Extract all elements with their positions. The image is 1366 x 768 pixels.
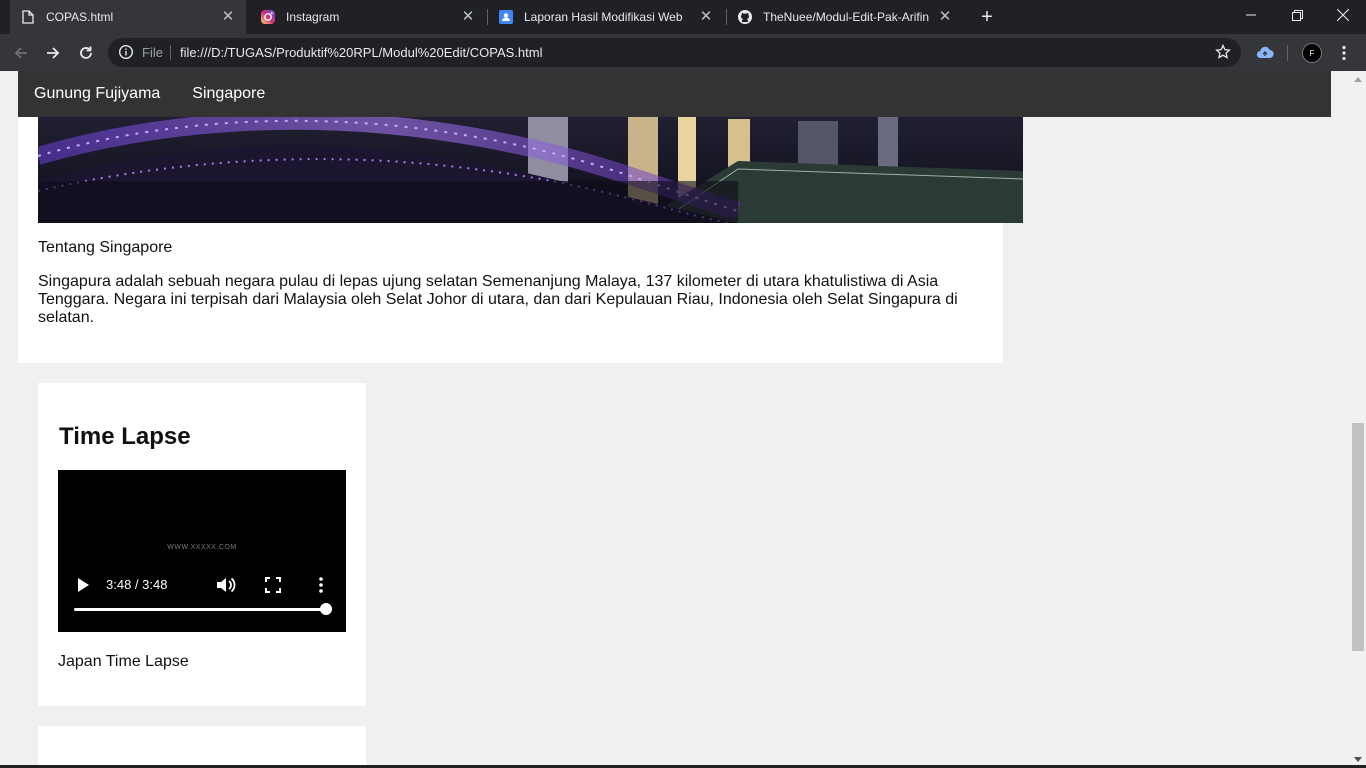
kebab-menu-icon [1342,45,1346,61]
site-navbar: Gunung Fujiyama Singapore [18,71,1331,117]
scheme-label: File [142,45,163,60]
menu-button[interactable] [1333,42,1355,64]
video-scrubber[interactable] [320,603,332,615]
address-divider [170,45,171,60]
play-button[interactable] [72,574,94,596]
back-button[interactable] [10,42,32,64]
restore-button[interactable] [1274,0,1320,30]
github-icon [737,9,753,25]
forward-arrow-icon [47,47,60,59]
tab-instagram[interactable]: Instagram ✕ [250,0,486,34]
fullscreen-button[interactable] [262,574,284,596]
restore-icon [1291,9,1303,21]
about-title: Tentang Singapore [38,239,173,256]
tab-title: COPAS.html [46,10,114,24]
google-sites-icon [498,9,514,25]
kebab-menu-icon [319,577,323,593]
cloud-extension-button[interactable] [1254,42,1276,64]
browser-toolbar: File file:///D:/TUGAS/Produktif%20RPL/Mo… [0,34,1366,71]
tab-github[interactable]: TheNuee/Modul-Edit-Pak-Arifin ✕ [727,0,963,34]
fullscreen-icon [265,577,281,593]
forward-button[interactable] [42,42,64,64]
minimize-icon [1246,14,1256,16]
video-progress-bar[interactable] [74,608,326,611]
video-watermark: WWW.XXXXX.COM [167,544,237,551]
about-paragraph: Singapura adalah sebuah negara pulau di … [38,273,958,326]
close-window-button[interactable] [1320,0,1366,30]
close-icon[interactable]: ✕ [698,9,714,25]
close-window-icon [1337,9,1349,21]
reload-icon [80,46,92,59]
minimize-button[interactable] [1228,0,1274,30]
cloud-upload-icon [1256,46,1274,59]
scrollbar-thumb[interactable] [1352,423,1364,651]
mute-button[interactable] [214,574,238,596]
video-time: 3:48 / 3:48 [106,577,168,592]
info-icon[interactable] [118,44,134,60]
timelapse-card: Time Lapse WWW.XXXXX.COM 3:48 / 3:48 Jap… [38,383,366,706]
close-icon[interactable]: ✕ [460,9,476,25]
video-caption: Japan Time Lapse [58,653,189,670]
avatar: F [1302,43,1322,63]
instagram-icon [260,9,276,25]
web-page: Gunung Fujiyama Singapore Tentang Singap… [0,71,1350,768]
play-icon [78,578,89,592]
next-card [38,726,366,768]
page-scrollbar[interactable] [1350,71,1366,768]
close-icon[interactable]: ✕ [220,9,236,25]
nav-link-gunung-fujiyama[interactable]: Gunung Fujiyama [34,85,160,103]
scroll-up-arrow-icon[interactable] [1354,77,1362,82]
address-bar[interactable]: File file:///D:/TUGAS/Produktif%20RPL/Mo… [108,38,1241,67]
reload-button[interactable] [75,42,97,64]
tab-title: Instagram [286,10,340,24]
nav-link-singapore[interactable]: Singapore [192,85,265,103]
timelapse-heading: Time Lapse [59,423,191,450]
profile-avatar-button[interactable]: F [1301,42,1323,64]
video-menu-button[interactable] [312,574,330,596]
url-text[interactable]: file:///D:/TUGAS/Produktif%20RPL/Modul%2… [180,45,542,60]
video-player[interactable]: WWW.XXXXX.COM 3:48 / 3:48 [58,470,346,632]
tab-strip: COPAS.html ✕ Instagram ✕ Laporan Hasil M… [0,0,1366,34]
tab-title: Laporan Hasil Modifikasi Web [524,10,683,24]
tab-laporan[interactable]: Laporan Hasil Modifikasi Web ✕ [488,0,724,34]
tab-copas[interactable]: COPAS.html ✕ [10,0,246,34]
scroll-down-arrow-icon[interactable] [1354,757,1362,762]
document-icon [20,9,36,25]
bookmark-star-icon[interactable] [1215,44,1231,60]
close-icon[interactable]: ✕ [937,9,953,25]
volume-icon [217,577,236,593]
back-arrow-icon [14,47,27,59]
tab-title: TheNuee/Modul-Edit-Pak-Arifin [763,10,930,24]
new-tab-button[interactable]: + [976,6,998,28]
toolbar-divider [1287,45,1288,61]
